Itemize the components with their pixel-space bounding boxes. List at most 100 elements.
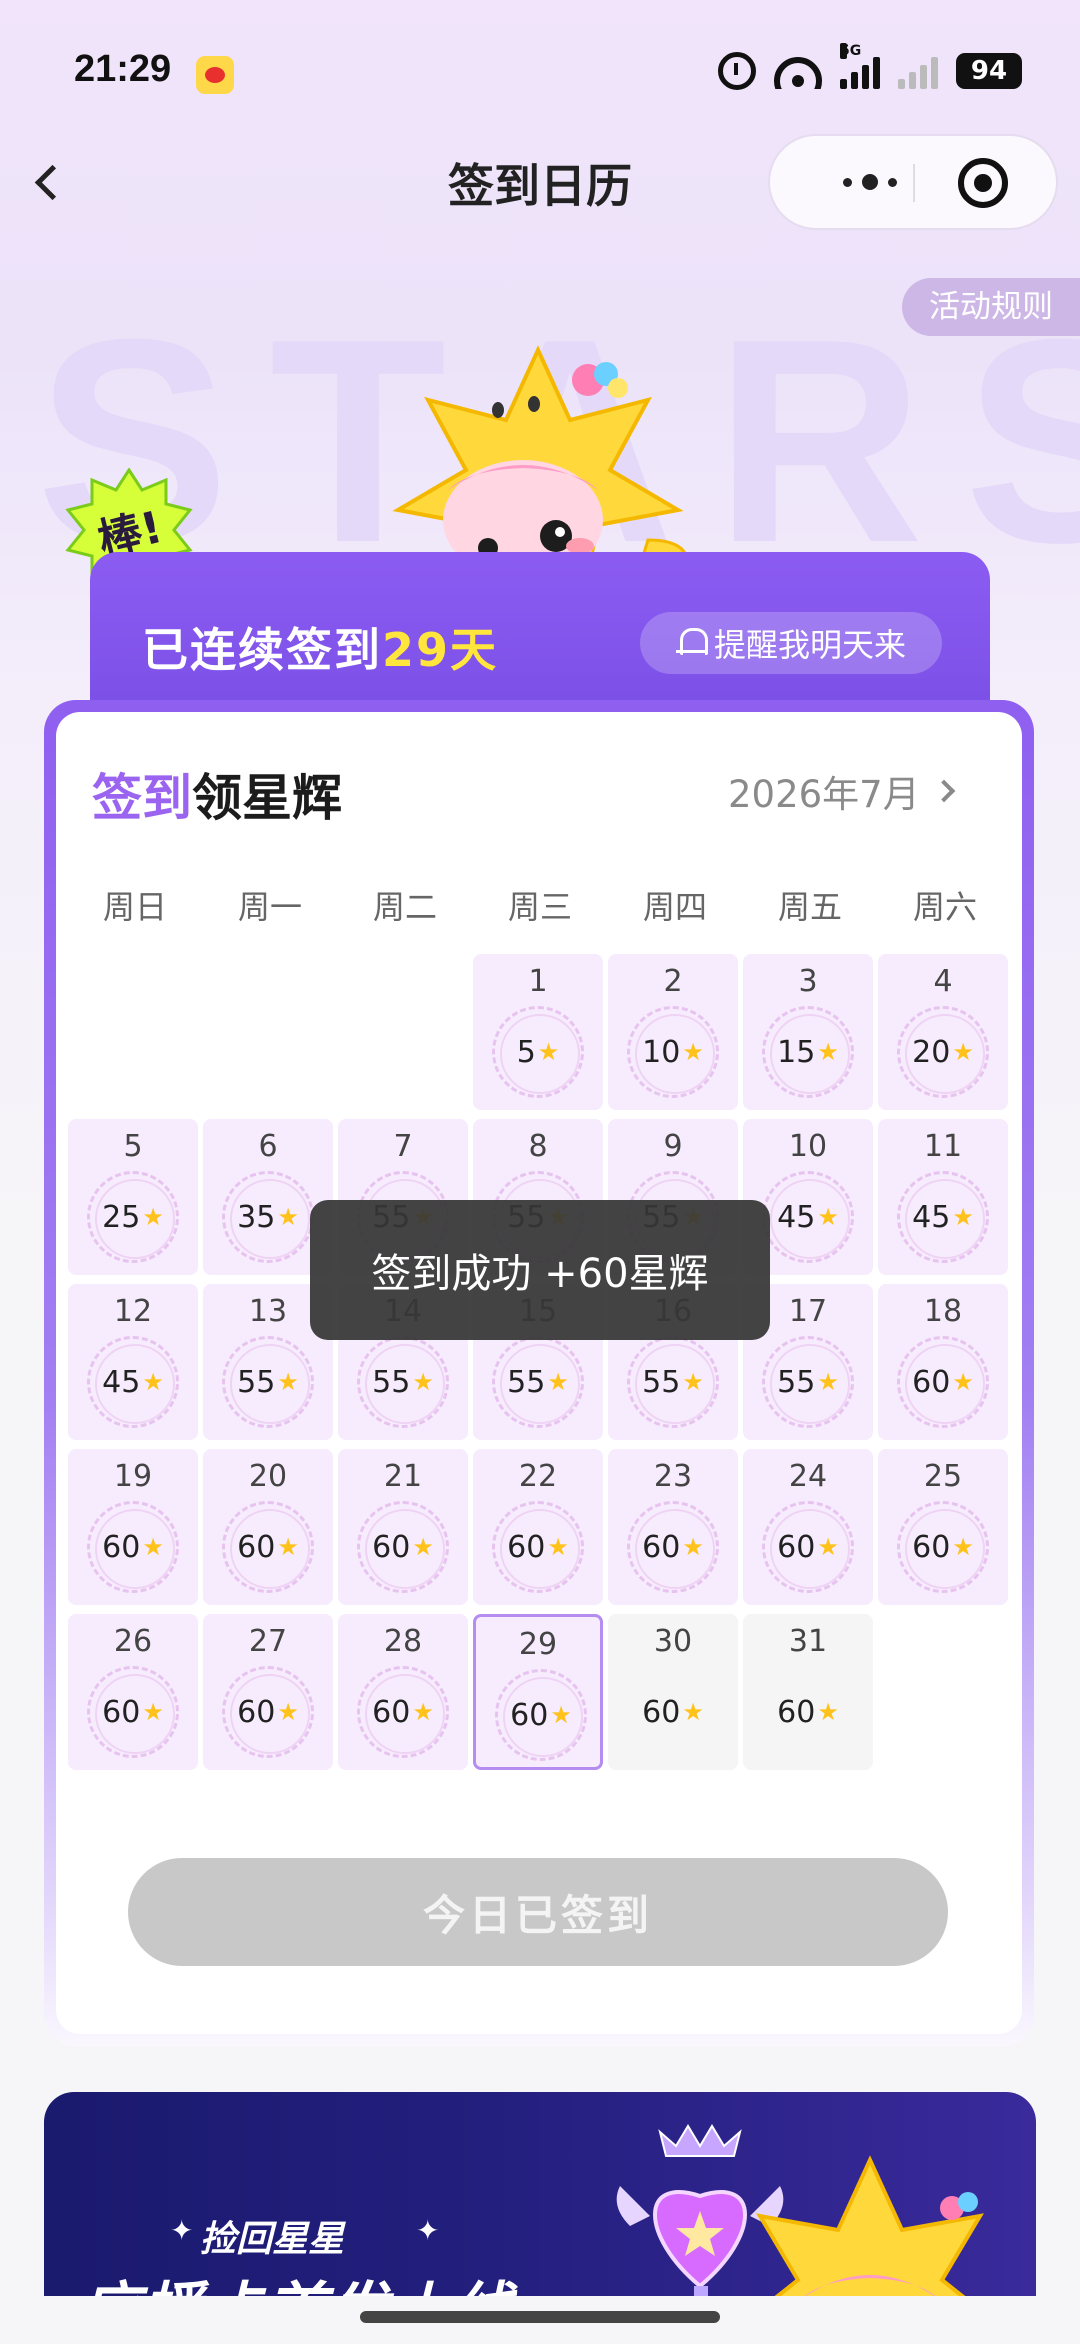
reward-badge: 45 ★ bbox=[762, 1171, 854, 1263]
calendar-day-2[interactable]: 2 10 ★ bbox=[608, 954, 738, 1110]
day-number: 25 bbox=[923, 1459, 963, 1494]
reward-value: 25 bbox=[102, 1199, 141, 1235]
reward-badge: 60 ★ bbox=[357, 1501, 449, 1593]
calendar-day-5[interactable]: 5 25 ★ bbox=[68, 1119, 198, 1275]
day-number: 20 bbox=[248, 1459, 288, 1494]
reward-badge: 60 ★ bbox=[492, 1501, 584, 1593]
weekday-label: 周五 bbox=[777, 888, 842, 926]
calendar-day-20[interactable]: 20 60 ★ bbox=[203, 1449, 333, 1605]
streak-prefix: 已连续签到 bbox=[142, 623, 382, 677]
day-number: 18 bbox=[923, 1294, 963, 1329]
alarm-icon bbox=[718, 52, 756, 90]
star-icon: ★ bbox=[817, 1038, 839, 1066]
calendar-day-12[interactable]: 12 45 ★ bbox=[68, 1284, 198, 1440]
calendar-day-27[interactable]: 27 60 ★ bbox=[203, 1614, 333, 1770]
reward-badge: 60 ★ bbox=[87, 1501, 179, 1593]
star-icon: ★ bbox=[682, 1533, 704, 1561]
reward-amount: 10 ★ bbox=[642, 1035, 704, 1070]
card-title: 签到领星辉 bbox=[92, 758, 342, 830]
calendar-day-22[interactable]: 22 60 ★ bbox=[473, 1449, 603, 1605]
reward-amount: 35 ★ bbox=[237, 1200, 299, 1235]
day-number: 9 bbox=[663, 1129, 683, 1164]
calendar-day-26[interactable]: 26 60 ★ bbox=[68, 1614, 198, 1770]
reward-amount: 60 ★ bbox=[102, 1695, 164, 1730]
day-number: 28 bbox=[383, 1624, 423, 1659]
calendar-day-3[interactable]: 3 15 ★ bbox=[743, 954, 873, 1110]
star-icon: ★ bbox=[412, 1533, 434, 1561]
day-number: 26 bbox=[113, 1624, 153, 1659]
calendar-day-25[interactable]: 25 60 ★ bbox=[878, 1449, 1008, 1605]
day-number: 2 bbox=[663, 964, 683, 999]
day-number: 11 bbox=[923, 1129, 963, 1164]
reward-badge: 60 ★ bbox=[897, 1336, 989, 1428]
home-indicator[interactable] bbox=[360, 2311, 720, 2323]
remind-tomorrow-label: 提醒我明天来 bbox=[713, 626, 906, 664]
reward-amount: 60 ★ bbox=[507, 1530, 569, 1565]
calendar-day-19[interactable]: 19 60 ★ bbox=[68, 1449, 198, 1605]
calendar-day-30[interactable]: 30 60 ★ bbox=[608, 1614, 738, 1770]
calendar-day-18[interactable]: 18 60 ★ bbox=[878, 1284, 1008, 1440]
reward-badge: 60 ★ bbox=[897, 1501, 989, 1593]
star-icon: ★ bbox=[550, 1701, 572, 1729]
calendar-day-31[interactable]: 31 60 ★ bbox=[743, 1614, 873, 1770]
calendar-day-21[interactable]: 21 60 ★ bbox=[338, 1449, 468, 1605]
reward-badge: 60 ★ bbox=[627, 1501, 719, 1593]
calendar-day-11[interactable]: 11 45 ★ bbox=[878, 1119, 1008, 1275]
bell-icon bbox=[675, 626, 708, 660]
star-icon: ★ bbox=[277, 1368, 299, 1396]
calendar-day-24[interactable]: 24 60 ★ bbox=[743, 1449, 873, 1605]
reward-amount: 20 ★ bbox=[912, 1035, 974, 1070]
streak-days: 29天 bbox=[382, 623, 499, 677]
weibo-app-icon bbox=[196, 56, 234, 94]
month-selector[interactable]: 2026年7月 bbox=[728, 764, 956, 818]
reward-value: 60 bbox=[777, 1694, 816, 1730]
star-icon: ★ bbox=[952, 1203, 974, 1231]
star-icon: ★ bbox=[817, 1533, 839, 1561]
day-number: 6 bbox=[258, 1129, 278, 1164]
reward-value: 55 bbox=[507, 1364, 546, 1400]
calendar-day-28[interactable]: 28 60 ★ bbox=[338, 1614, 468, 1770]
battery-indicator: 94 bbox=[956, 53, 1022, 89]
reward-amount: 45 ★ bbox=[777, 1200, 839, 1235]
reward-amount: 60 ★ bbox=[912, 1365, 974, 1400]
weekday-label: 周二 bbox=[372, 888, 437, 926]
banner-subtitle: 捡回星星 bbox=[200, 2219, 345, 2260]
reward-badge: 60 ★ bbox=[222, 1666, 314, 1758]
star-icon: ★ bbox=[142, 1203, 164, 1231]
reward-amount: 45 ★ bbox=[912, 1200, 974, 1235]
remind-tomorrow-button[interactable]: 提醒我明天来 bbox=[640, 612, 942, 674]
reward-value: 60 bbox=[642, 1529, 681, 1565]
reward-value: 55 bbox=[237, 1364, 276, 1400]
reward-amount: 55★ bbox=[777, 1365, 839, 1400]
wifi-icon bbox=[774, 53, 822, 89]
weekday-label: 周六 bbox=[912, 888, 977, 926]
reward-value: 60 bbox=[777, 1529, 816, 1565]
sparkle-icon: ✦ bbox=[416, 2214, 440, 2247]
star-icon: ★ bbox=[952, 1038, 974, 1066]
weekday-label: 周三 bbox=[507, 888, 572, 926]
star-icon: ★ bbox=[277, 1203, 299, 1231]
card-title-highlight: 签到 bbox=[92, 769, 192, 827]
reward-badge: 55★ bbox=[492, 1336, 584, 1428]
status-time: 21:29 bbox=[74, 48, 172, 90]
star-icon: ★ bbox=[952, 1368, 974, 1396]
star-icon: ★ bbox=[682, 1368, 704, 1396]
more-options-icon[interactable] bbox=[810, 136, 930, 228]
star-icon: ★ bbox=[547, 1368, 569, 1396]
calendar-day-29[interactable]: 29 60 ★ bbox=[473, 1614, 603, 1770]
reward-amount: 60 ★ bbox=[102, 1530, 164, 1565]
calendar-day-23[interactable]: 23 60 ★ bbox=[608, 1449, 738, 1605]
reward-value: 60 bbox=[237, 1529, 276, 1565]
sign-in-calendar-page: 21:29 5G 94 签到日历 活动规则 STARS bbox=[0, 0, 1080, 2344]
reward-amount: 60 ★ bbox=[372, 1530, 434, 1565]
day-number: 27 bbox=[248, 1624, 288, 1659]
reward-value: 60 bbox=[642, 1694, 681, 1730]
day-number: 31 bbox=[788, 1624, 828, 1659]
reward-badge: 55★ bbox=[627, 1336, 719, 1428]
calendar-day-1[interactable]: 1 5 ★ bbox=[473, 954, 603, 1110]
reward-badge: 60 ★ bbox=[627, 1666, 719, 1758]
calendar-day-4[interactable]: 4 20 ★ bbox=[878, 954, 1008, 1110]
reward-value: 60 bbox=[912, 1364, 951, 1400]
close-mini-program-icon[interactable] bbox=[958, 158, 1008, 208]
reward-amount: 60 ★ bbox=[372, 1695, 434, 1730]
